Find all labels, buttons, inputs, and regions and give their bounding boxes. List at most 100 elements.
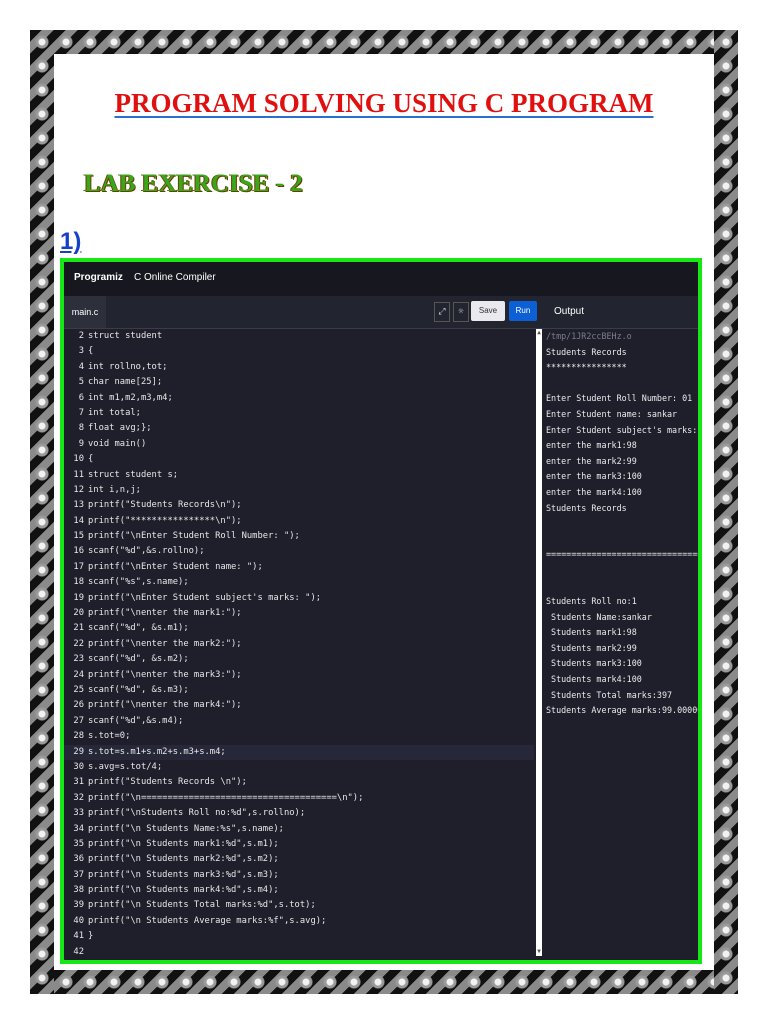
scroll-down-icon[interactable]: ▼: [536, 948, 542, 956]
code-line[interactable]: 9 void main(): [64, 437, 534, 452]
output-line: enter the mark1:98: [546, 440, 637, 451]
line-number: 4: [78, 361, 84, 372]
output-line: ==================================: [546, 549, 698, 560]
editor-scrollbar[interactable]: ▲ ▼: [536, 329, 542, 956]
code-text: printf("\nEnter Student name: ");: [88, 561, 263, 572]
scroll-up-icon[interactable]: ▲: [536, 329, 542, 337]
code-line[interactable]: 39 printf("\n Students Total marks:%d",s.…: [64, 898, 534, 913]
lab-exercise-heading: LAB EXERCISE - 2: [84, 170, 303, 197]
line-number: 31: [73, 777, 84, 788]
code-line[interactable]: 14 printf("****************\n");: [64, 514, 534, 529]
output-line: Students Records: [546, 502, 627, 513]
code-text: float avg;};: [88, 423, 152, 434]
theme-toggle-icon[interactable]: ☼: [453, 302, 469, 322]
output-line: enter the mark3:100: [546, 471, 642, 482]
code-text: scanf("%d", &s.m1);: [88, 623, 189, 634]
code-line[interactable]: 4 int rollno,tot;: [64, 360, 534, 375]
code-line[interactable]: 13 printf("Students Records\n");: [64, 498, 534, 513]
code-line[interactable]: 22 printf("\nenter the mark2:");: [64, 637, 534, 652]
code-text: struct student: [88, 331, 163, 341]
page-title: PROGRAM SOLVING USING C PROGRAM: [114, 88, 654, 118]
code-line[interactable]: 10 {: [64, 452, 534, 467]
code-line[interactable]: 23 scanf("%d", &s.m2);: [64, 652, 534, 667]
code-text: printf("\nenter the mark1:");: [88, 608, 242, 619]
code-text: printf("\nStudents Roll no:%d",s.rollno)…: [88, 808, 306, 819]
code-line[interactable]: 6 int m1,m2,m3,m4;: [64, 391, 534, 406]
line-number: 21: [73, 623, 84, 634]
code-line[interactable]: 12 int i,n,j;: [64, 483, 534, 498]
compiler-screenshot: Programiz C Online Compiler main.c ⤢ ☼ S…: [60, 258, 702, 964]
code-line[interactable]: 25 scanf("%d", &s.m3);: [64, 683, 534, 698]
code-text: s.tot=s.m1+s.m2+s.m3+s.m4;: [88, 746, 226, 757]
code-line[interactable]: 35 printf("\n Students mark1:%d",s.m1);: [64, 837, 534, 852]
programiz-logo[interactable]: Programiz: [74, 272, 123, 283]
code-line[interactable]: 18 scanf("%s",s.name);: [64, 575, 534, 590]
code-text: s.avg=s.tot/4;: [88, 761, 163, 772]
line-number: 35: [73, 838, 84, 849]
fullscreen-icon[interactable]: ⤢: [434, 302, 450, 322]
code-line[interactable]: 27 scanf("%d",&s.m4);: [64, 714, 534, 729]
code-line[interactable]: 8 float avg;};: [64, 421, 534, 436]
output-line: Enter Student subject's marks:: [546, 424, 698, 435]
code-line[interactable]: 28 s.tot=0;: [64, 729, 534, 744]
tab-main-c[interactable]: main.c: [64, 296, 106, 328]
output-line: Students Records: [546, 346, 627, 357]
decorative-border-top: [30, 30, 738, 54]
code-line[interactable]: 7 int total;: [64, 406, 534, 421]
code-line[interactable]: 3{: [64, 344, 534, 359]
code-line[interactable]: 2 struct student: [64, 329, 534, 344]
code-line[interactable]: 21 scanf("%d", &s.m1);: [64, 621, 534, 636]
line-number: 5: [78, 377, 84, 388]
code-line[interactable]: 11 struct student s;: [64, 468, 534, 483]
code-text: int i,n,j;: [88, 484, 141, 495]
code-line[interactable]: 17 printf("\nEnter Student name: ");: [64, 560, 534, 575]
output-line: enter the mark4:100: [546, 486, 642, 497]
line-number: 18: [73, 577, 84, 588]
code-line[interactable]: 32 printf("\n============================…: [64, 791, 534, 806]
run-button[interactable]: Run: [509, 301, 537, 321]
code-text: void main(): [88, 438, 147, 449]
output-line: enter the mark2:99: [546, 455, 637, 466]
code-line[interactable]: 31 printf("Students Records \n");: [64, 775, 534, 790]
output-line: Students mark3:100: [546, 658, 642, 669]
code-line[interactable]: 29 s.tot=s.m1+s.m2+s.m3+s.m4;: [64, 744, 534, 760]
output-line: Students mark4:100: [546, 674, 642, 685]
decorative-border-right: [714, 30, 738, 994]
code-line[interactable]: 19 printf("\nEnter Student subject's mark…: [64, 591, 534, 606]
code-line[interactable]: 16 scanf("%d",&s.rollno);: [64, 544, 534, 559]
code-editor[interactable]: 2 struct student 3{ 4 int rollno,tot; 5 char n…: [64, 329, 534, 960]
code-line[interactable]: 40 printf("\n Students Average marks:%f",…: [64, 914, 534, 929]
line-number: 42: [73, 946, 84, 957]
line-number: 10: [73, 454, 84, 465]
code-line[interactable]: 37 printf("\n Students mark3:%d",s.m3);: [64, 868, 534, 883]
code-line[interactable]: 5 char name[25];: [64, 375, 534, 390]
code-line[interactable]: 42: [64, 945, 534, 960]
decorative-border-left: [30, 30, 54, 994]
code-line[interactable]: 15 printf("\nEnter Student Roll Number: "…: [64, 529, 534, 544]
code-line[interactable]: 34 printf("\n Students Name:%s",s.name);: [64, 822, 534, 837]
code-line[interactable]: 41}: [64, 929, 534, 944]
code-text: scanf("%d", &s.m3);: [88, 684, 189, 695]
code-line[interactable]: 33 printf("\nStudents Roll no:%d",s.rolln…: [64, 806, 534, 821]
code-text: printf("\n Students mark2:%d",s.m2);: [88, 854, 279, 865]
save-button[interactable]: Save: [471, 301, 505, 321]
code-line[interactable]: 24 printf("\nenter the mark3:");: [64, 668, 534, 683]
code-line[interactable]: 26 printf("\nenter the mark4:");: [64, 698, 534, 713]
code-text: int rollno,tot;: [88, 361, 168, 372]
code-text: printf("\nenter the mark2:");: [88, 638, 242, 649]
line-number: 2: [78, 331, 84, 341]
line-number: 6: [78, 392, 84, 403]
code-text: int m1,m2,m3,m4;: [88, 392, 173, 403]
code-line[interactable]: 38 printf("\n Students mark4:%d",s.m4);: [64, 883, 534, 898]
code-text: printf("\n Students Name:%s",s.name);: [88, 823, 284, 834]
output-line: ****************: [546, 362, 627, 373]
code-line[interactable]: 20 printf("\nenter the mark1:");: [64, 606, 534, 621]
line-number: 8: [78, 423, 84, 434]
output-line: Enter Student Roll Number: 01: [546, 393, 693, 404]
line-number: 34: [73, 823, 84, 834]
code-line[interactable]: 36 printf("\n Students mark2:%d",s.m2);: [64, 852, 534, 867]
line-number: 11: [73, 469, 84, 480]
code-line[interactable]: 30 s.avg=s.tot/4;: [64, 760, 534, 775]
code-text: printf("\n Students mark4:%d",s.m4);: [88, 885, 279, 896]
